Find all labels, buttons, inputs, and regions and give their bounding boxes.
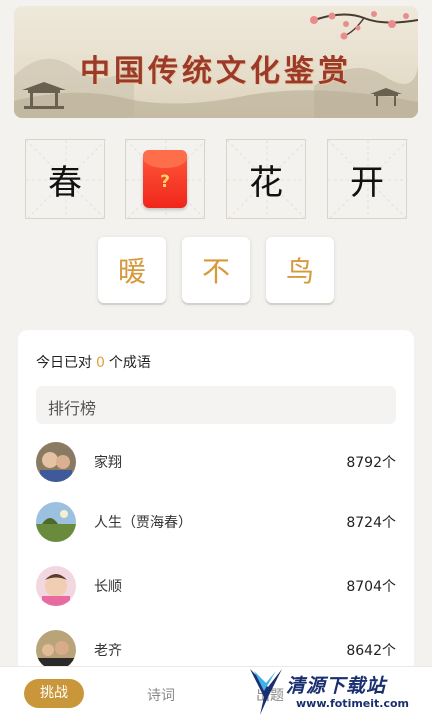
option-tile-1[interactable]: 暖 — [98, 237, 166, 303]
user-score: 8704个 — [346, 579, 396, 595]
user-score: 8642个 — [346, 643, 396, 659]
avatar — [36, 630, 76, 670]
avatar — [36, 566, 76, 606]
idiom-slot-3[interactable]: 花 — [226, 139, 307, 220]
user-name: 长顺 — [94, 579, 122, 595]
tab-poetry[interactable]: 诗词 — [147, 685, 175, 705]
leaderboard-title: 排行榜 — [48, 399, 97, 418]
idiom-slot-4[interactable]: 开 — [327, 139, 408, 220]
idiom-char: 春 — [48, 162, 82, 203]
watermark-url: www.fotimeit.com — [296, 697, 410, 710]
user-score: 8792个 — [346, 455, 396, 471]
today-count: 0 — [96, 355, 105, 371]
option-tile-3[interactable]: 鸟 — [266, 237, 334, 303]
banner-title: 中国传统文化鉴赏 — [80, 54, 352, 89]
leaderboard-row[interactable]: 人生（贾海春） 8724个 — [36, 500, 396, 544]
option-tile-2[interactable]: 不 — [182, 237, 250, 303]
bottom-nav: 挑战 诗词 出题 清源下载站 www.fotimeit.com — [0, 666, 432, 721]
idiom-char: 花 — [249, 162, 283, 203]
avatar — [36, 442, 76, 482]
leaderboard-row[interactable]: 长顺 8704个 — [36, 564, 396, 608]
idiom-slot-1[interactable]: 春 — [25, 139, 106, 220]
watermark-text: 清源下载站 — [286, 675, 387, 697]
red-envelope-icon[interactable]: ? — [143, 150, 187, 208]
banner: 中国传统文化鉴赏 — [14, 6, 418, 118]
avatar — [36, 502, 76, 542]
today-count-text: 今日已对 0 个成语 — [36, 352, 151, 372]
tab-challenge[interactable]: 挑战 — [24, 679, 84, 708]
idiom-char: 开 — [350, 162, 384, 203]
idiom-slot-2[interactable]: ? — [125, 139, 206, 220]
leaderboard-header: 排行榜 — [36, 386, 396, 424]
today-prefix: 今日已对 — [36, 355, 92, 371]
user-name: 人生（贾海春） — [94, 515, 192, 531]
leaderboard-card: 今日已对 0 个成语 排行榜 家翔 8792个 人生（贾海春） 8724个 长顺 8… — [18, 330, 414, 690]
question-mark: ? — [160, 172, 170, 192]
user-name: 老齐 — [94, 643, 122, 659]
user-name: 家翔 — [94, 455, 122, 471]
user-score: 8724个 — [346, 515, 396, 531]
today-suffix: 个成语 — [108, 355, 151, 371]
watermark-logo-icon — [250, 669, 282, 715]
leaderboard-row[interactable]: 家翔 8792个 — [36, 440, 396, 484]
